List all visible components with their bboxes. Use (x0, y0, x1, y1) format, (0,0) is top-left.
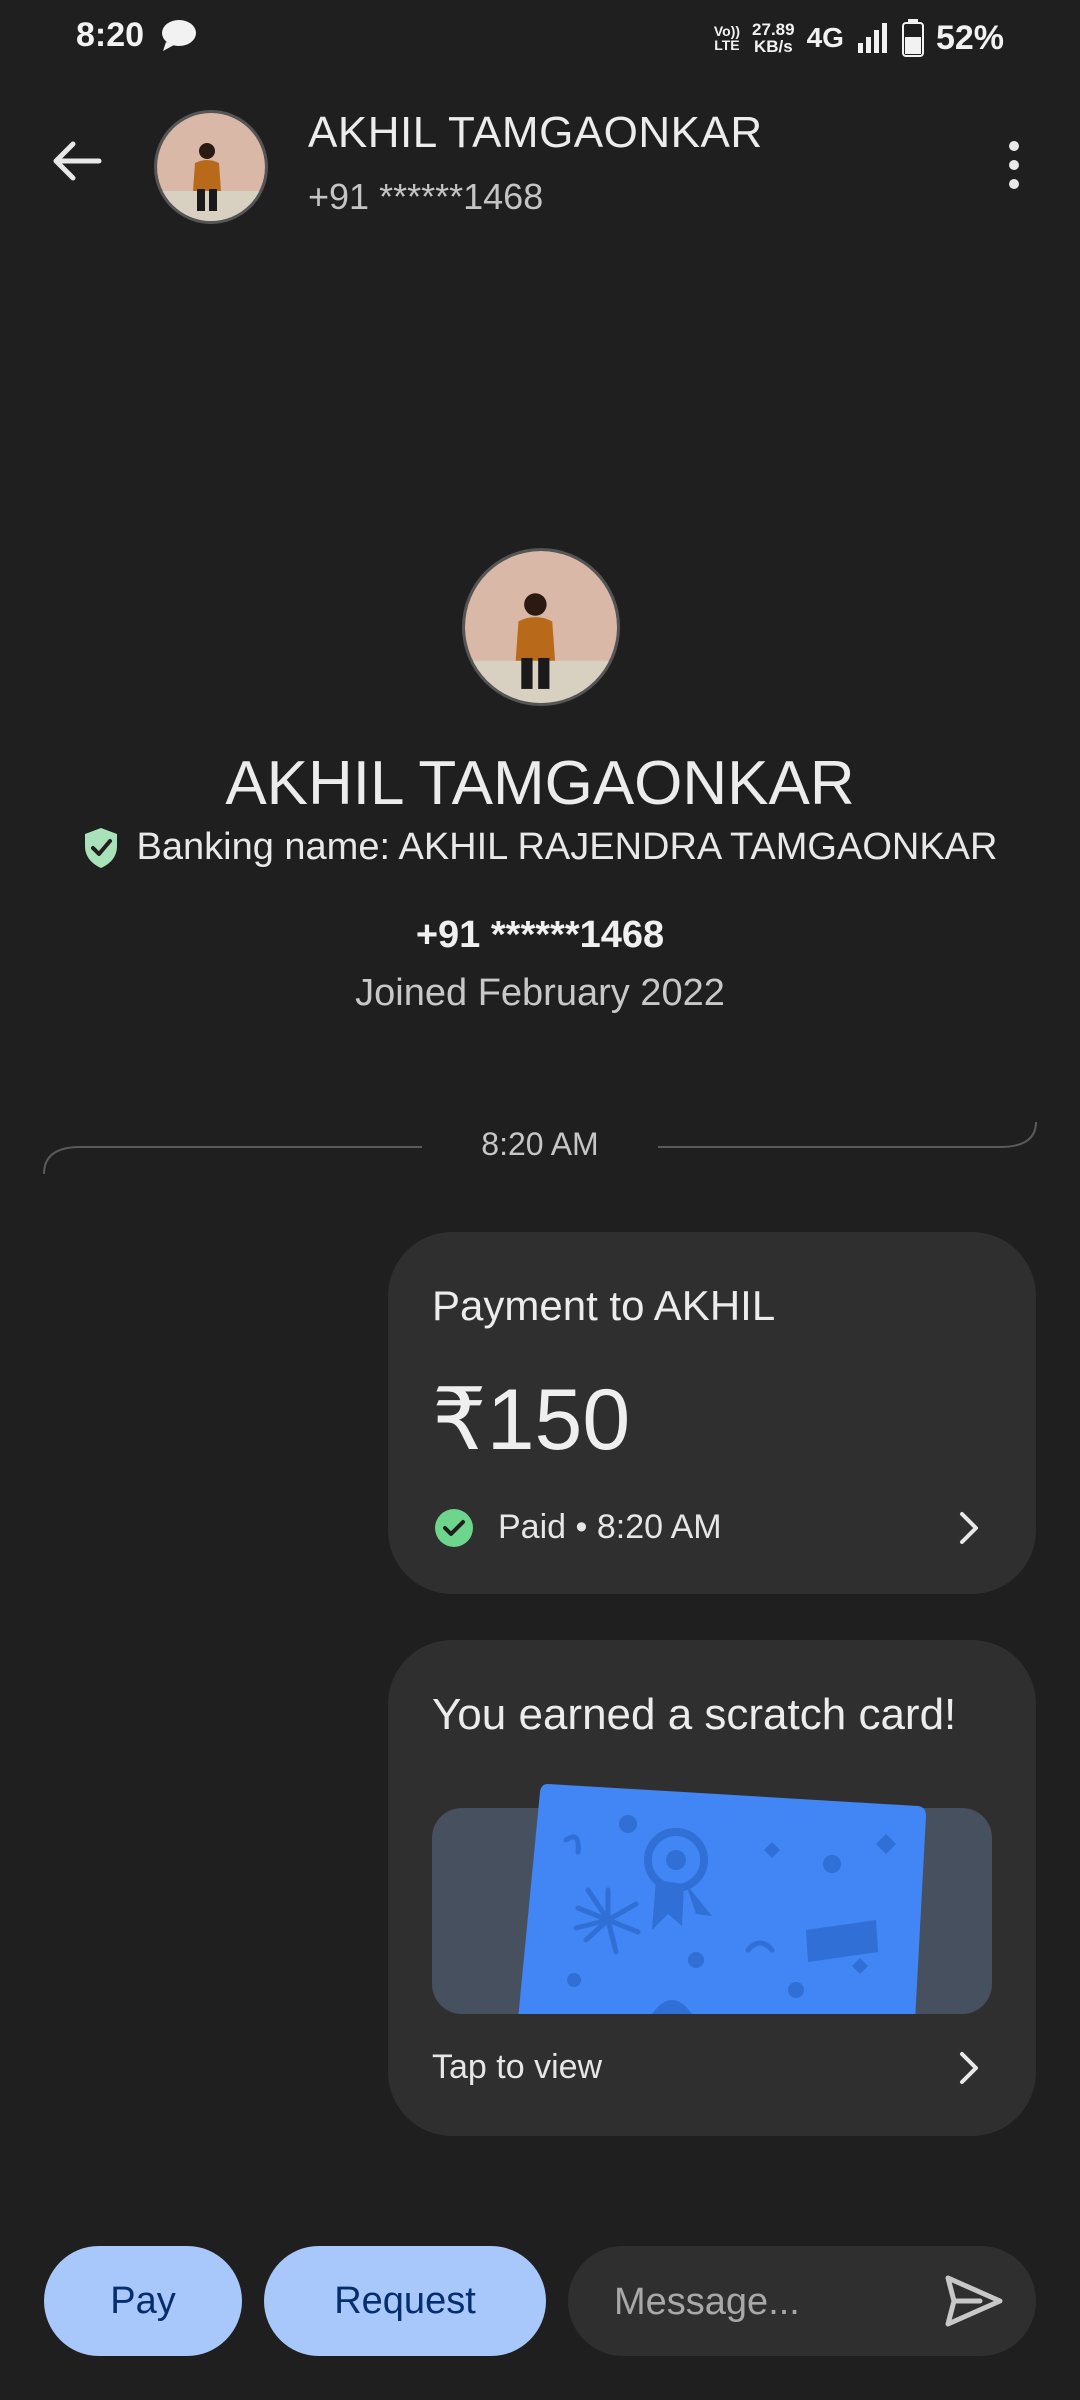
payment-status: Paid • 8:20 AM (498, 1508, 722, 1546)
message-notification-icon (162, 20, 196, 51)
profile-name: AKHIL TAMGAONKAR (225, 749, 855, 818)
contact-avatar[interactable] (154, 110, 268, 224)
back-button[interactable] (44, 128, 110, 194)
chevron-right-icon (960, 2052, 978, 2084)
request-button[interactable]: Request (264, 2246, 546, 2356)
profile-avatar (462, 548, 620, 706)
timeline-time: 8:20 AM (481, 1126, 599, 1162)
more-vert-icon (1009, 141, 1019, 189)
network-speed: 27.89 KB/s (752, 21, 795, 55)
banking-name-text: Banking name: AKHIL RAJENDRA TAMGAONKAR (136, 826, 998, 868)
profile-phone: +91 ******1468 (415, 914, 665, 956)
joined-date: Joined February 2022 (355, 972, 725, 1014)
pay-button[interactable]: Pay (44, 2246, 242, 2356)
speed-unit: KB/s (753, 37, 793, 56)
tap-to-view-label: Tap to view (432, 2048, 603, 2086)
message-input[interactable] (612, 2246, 916, 2358)
battery-icon (901, 19, 924, 57)
header-contact-phone: +91 ******1468 (308, 176, 544, 217)
speed-value: 27.89 (752, 20, 795, 39)
banking-name-row: Banking name: AKHIL RAJENDRA TAMGAONKAR (0, 826, 1080, 869)
more-options-button[interactable] (986, 128, 1042, 202)
signal-icon (857, 23, 887, 53)
header-contact-name: AKHIL TAMGAONKAR (308, 108, 763, 157)
lte-text: LTE (714, 37, 740, 53)
scratch-card-image (518, 1784, 926, 2014)
back-arrow-icon (53, 141, 102, 181)
avatar-photo-icon (157, 113, 265, 221)
payment-amount: ₹150 (432, 1372, 631, 1468)
verified-shield-icon (84, 827, 117, 868)
volte-text: Vo)) (713, 23, 741, 39)
payment-title: Payment to AKHIL (432, 1282, 776, 1329)
paid-check-icon (435, 1509, 473, 1547)
volte-indicator: Vo)) LTE (714, 24, 740, 52)
chevron-right-icon (960, 1512, 978, 1544)
scratch-card-title: You earned a scratch card! (432, 1690, 957, 1739)
message-compose (568, 2246, 1036, 2358)
battery-percent: 52% (935, 18, 1004, 57)
profile-photo-icon (465, 551, 617, 703)
status-icons: Vo)) LTE 27.89 KB/s 4G 52% (714, 16, 1004, 60)
network-type: 4G (806, 22, 844, 53)
send-icon[interactable] (940, 2268, 1006, 2334)
status-time: 8:20 (76, 16, 145, 54)
